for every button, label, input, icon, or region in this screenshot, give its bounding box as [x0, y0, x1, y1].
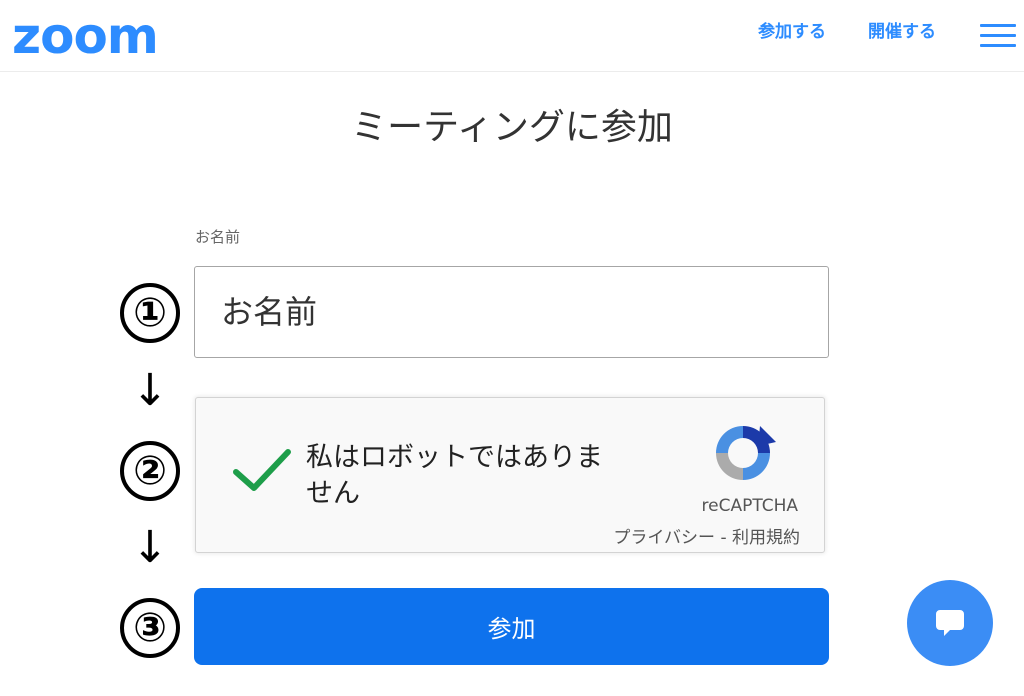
- zoom-logo[interactable]: zoom: [12, 6, 159, 66]
- recaptcha-label: 私はロボットではありません: [306, 442, 603, 509]
- recaptcha-brand: reCAPTCHA: [701, 496, 799, 516]
- step-3-marker: ③: [120, 598, 180, 658]
- chat-bubble-icon: [936, 610, 964, 636]
- hamburger-menu-icon[interactable]: [980, 24, 1016, 48]
- name-input[interactable]: [194, 266, 829, 358]
- name-field-label: お名前: [195, 228, 241, 246]
- privacy-link[interactable]: プライバシー: [613, 528, 715, 548]
- nav-host-link[interactable]: 開催する: [868, 20, 936, 44]
- down-arrow: ↓: [131, 365, 169, 416]
- recaptcha-widget: 私はロボットではありません reCAPTCHA プライバシー - 利用規約: [195, 397, 825, 553]
- recaptcha-links: プライバシー - 利用規約: [613, 523, 800, 548]
- nav-join-link[interactable]: 参加する: [758, 20, 826, 44]
- step-2-marker: ②: [120, 441, 180, 501]
- recaptcha-logo-icon: [716, 426, 776, 480]
- join-button[interactable]: 参加: [194, 588, 829, 665]
- chat-button[interactable]: [907, 580, 993, 666]
- checkmark-icon[interactable]: [232, 446, 292, 496]
- page-title: ミーティングに参加: [351, 107, 673, 148]
- top-header: zoom 参加する 開催する: [0, 0, 1024, 72]
- step-1-marker: ①: [120, 283, 180, 343]
- link-separator: -: [715, 528, 732, 548]
- down-arrow: ↓: [131, 522, 169, 573]
- terms-link[interactable]: 利用規約: [732, 528, 800, 548]
